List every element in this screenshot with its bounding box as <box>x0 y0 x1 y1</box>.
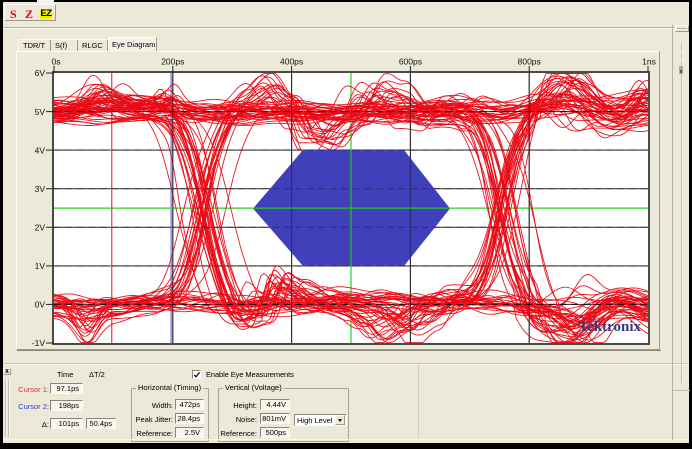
svg-text:600ps: 600ps <box>399 57 422 67</box>
svg-text:Tektronix: Tektronix <box>578 319 641 335</box>
svg-text:5V: 5V <box>35 107 46 117</box>
svg-text:3V: 3V <box>35 184 46 194</box>
svg-text:4V: 4V <box>35 145 46 155</box>
svg-text:0s: 0s <box>52 57 61 67</box>
svg-text:1ns: 1ns <box>642 57 656 67</box>
svg-text:200ps: 200ps <box>161 57 184 67</box>
svg-text:1V: 1V <box>35 261 46 271</box>
svg-text:2V: 2V <box>35 223 46 233</box>
svg-text:800ps: 800ps <box>518 57 541 67</box>
svg-text:0V: 0V <box>35 300 46 310</box>
svg-text:6V: 6V <box>35 68 46 78</box>
svg-text:-1V: -1V <box>32 338 46 348</box>
svg-text:400ps: 400ps <box>280 57 303 67</box>
